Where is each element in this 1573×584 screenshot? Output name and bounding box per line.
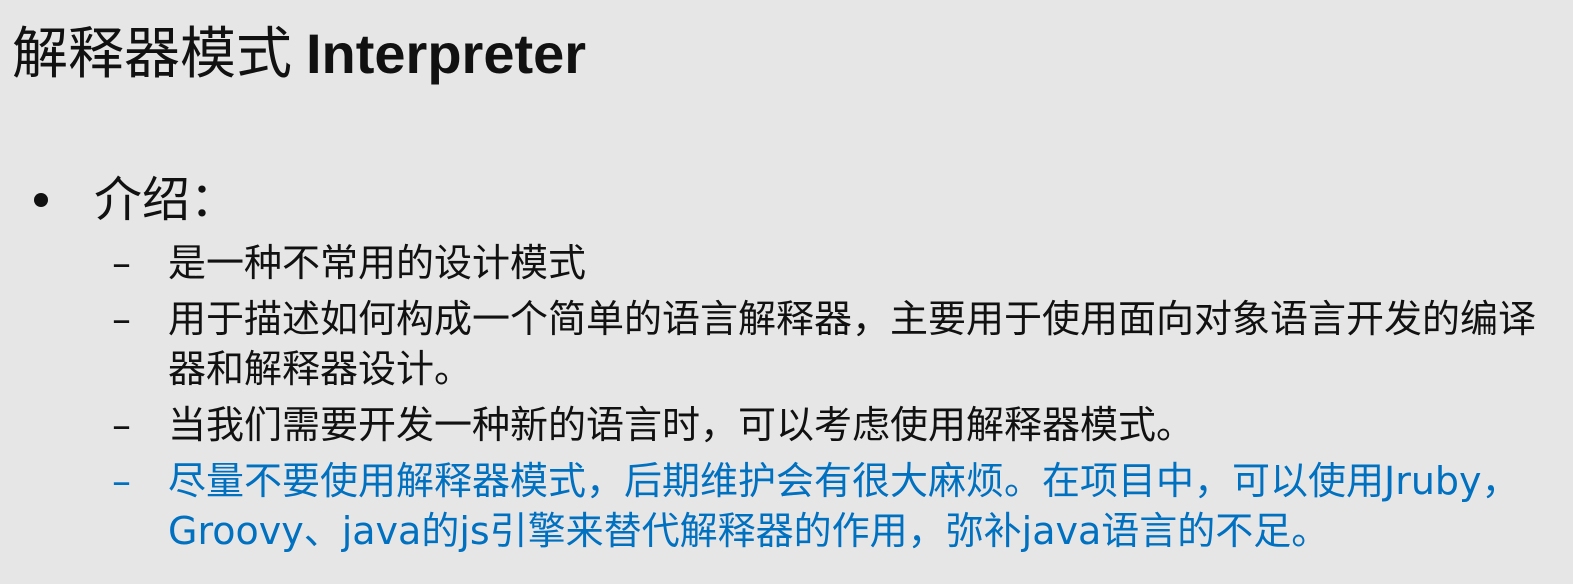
sub-bullet-text: 当我们需要开发一种新的语言时，可以考虑使用解释器模式。 xyxy=(168,403,1195,447)
title-chinese: 解释器模式 xyxy=(12,22,292,87)
dash-icon: – xyxy=(112,297,131,341)
dash-icon: – xyxy=(112,459,131,503)
sub-bullet-text: 尽量不要使用解释器模式，后期维护会有很大麻烦。在项目中，可以使用Jruby，Gr… xyxy=(168,459,1520,553)
sub-bullet-item-highlight: – 尽量不要使用解释器模式，后期维护会有很大麻烦。在项目中，可以使用Jruby，… xyxy=(112,456,1557,556)
title-english: Interpreter xyxy=(306,22,587,85)
slide-title: 解释器模式 Interpreter xyxy=(12,14,586,95)
sub-bullet-text: 是一种不常用的设计模式 xyxy=(168,241,587,285)
bullet-dot-icon xyxy=(34,193,48,207)
dash-icon: – xyxy=(112,403,131,447)
bullet-introduction: 介绍： xyxy=(34,168,238,232)
sub-bullet-item: – 用于描述如何构成一个简单的语言解释器，主要用于使用面向对象语言开发的编译器和… xyxy=(112,294,1557,394)
dash-icon: – xyxy=(112,241,131,285)
slide: 解释器模式 Interpreter 介绍： – 是一种不常用的设计模式 – 用于描… xyxy=(0,0,1573,584)
sub-bullet-item: – 当我们需要开发一种新的语言时，可以考虑使用解释器模式。 xyxy=(112,400,1557,450)
bullet-label: 介绍： xyxy=(94,172,239,228)
sub-bullet-item: – 是一种不常用的设计模式 xyxy=(112,238,1557,288)
sub-bullet-list: – 是一种不常用的设计模式 – 用于描述如何构成一个简单的语言解释器，主要用于使… xyxy=(112,238,1557,562)
sub-bullet-text: 用于描述如何构成一个简单的语言解释器，主要用于使用面向对象语言开发的编译器和解释… xyxy=(168,297,1537,391)
